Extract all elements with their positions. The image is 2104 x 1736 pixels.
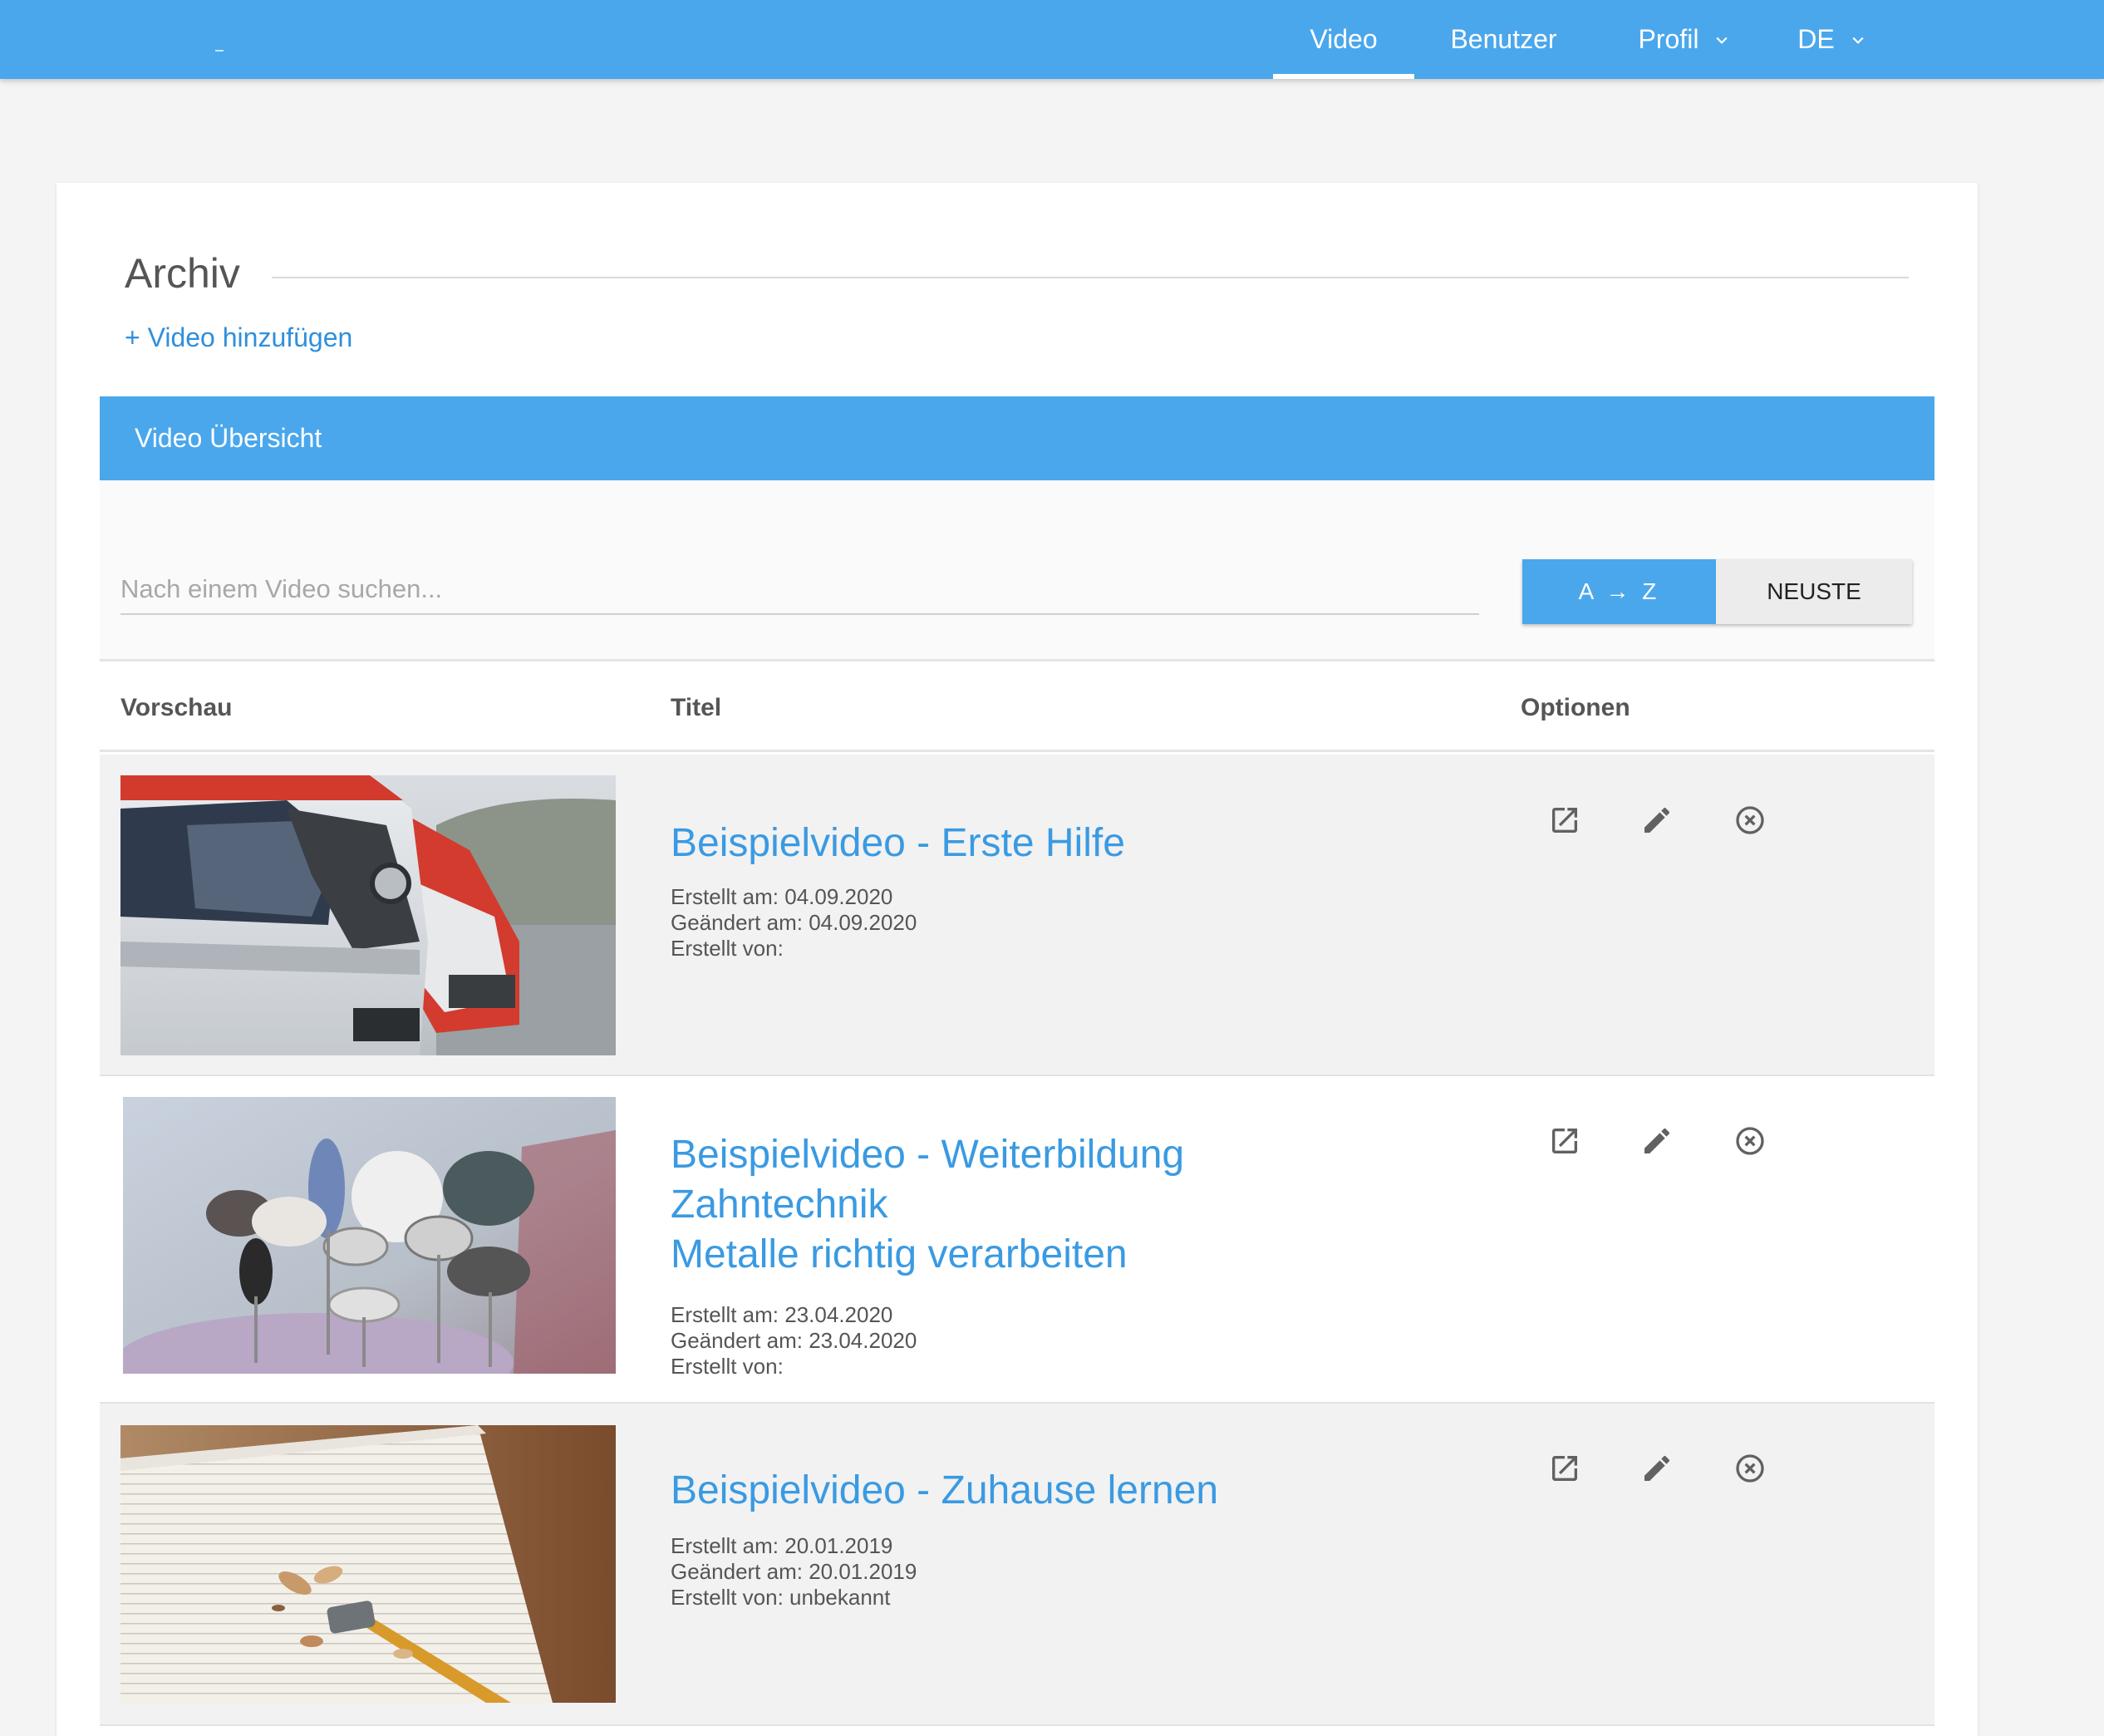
search-input[interactable] [120,565,1479,615]
external-link-icon[interactable] [1548,804,1581,837]
column-header-title: Titel [671,694,722,721]
video-thumbnail[interactable] [120,1425,616,1703]
nav-item-label: Profil [1638,24,1699,54]
panel-header: Video Übersicht [100,396,1934,480]
table-header [100,664,1934,752]
created-date: Erstellt am: 23.04.2020 [671,1302,893,1327]
add-video-link[interactable]: + Video hinzufügen [125,322,352,353]
title-divider [272,277,1909,278]
changed-date: Geändert am: 04.09.2020 [671,910,917,935]
close-circle-icon[interactable] [1733,1452,1767,1485]
video-title-link[interactable]: Beispielvideo - Erste Hilfe [671,819,1125,868]
changed-date: Geändert am: 20.01.2019 [671,1559,917,1584]
pencil-icon[interactable] [1640,1452,1674,1485]
video-title-link[interactable]: Beispielvideo - Zuhause lernen [671,1466,1218,1516]
close-circle-icon[interactable] [1733,804,1767,837]
column-header-preview: Vorschau [120,694,233,721]
video-thumbnail[interactable] [123,1097,616,1374]
chevron-down-icon [1850,32,1866,48]
created-by: Erstellt von: [671,936,784,961]
chevron-down-icon [1713,32,1730,48]
top-navigation-bar: Video Benutzer Profil DE [0,0,2104,79]
video-meta: Erstellt am: 20.01.2019 Geändert am: 20.… [671,1533,917,1611]
created-date: Erstellt am: 20.01.2019 [671,1533,893,1558]
nav-item-video[interactable]: Video [1273,0,1414,79]
nav-item-language[interactable]: DE [1780,0,1884,79]
nav-item-profil[interactable]: Profil [1614,0,1755,79]
close-circle-icon[interactable] [1733,1124,1767,1158]
column-header-options: Optionen [1521,694,1630,721]
nav-item-benutzer[interactable]: Benutzer [1431,0,1576,79]
sort-toggle-group: A → Z NEUSTE [1522,559,1912,624]
created-by: Erstellt von: [671,1354,784,1379]
panel-title: Video Übersicht [135,423,322,453]
video-meta: Erstellt am: 04.09.2020 Geändert am: 04.… [671,884,917,961]
changed-date: Geändert am: 23.04.2020 [671,1328,917,1353]
pencil-icon[interactable] [1640,1124,1674,1158]
page-title: Archiv [125,250,240,297]
video-title-line: Beispielvideo - Weiterbildung [671,1133,1185,1177]
created-by: Erstellt von: unbekannt [671,1585,891,1610]
external-link-icon[interactable] [1548,1452,1581,1485]
video-title-link[interactable]: Beispielvideo - Weiterbildung Zahntechni… [671,1130,1184,1280]
video-title-line: Metalle richtig verarbeiten [671,1232,1128,1276]
nav-item-label: Video [1310,24,1378,54]
video-thumbnail[interactable] [120,775,616,1055]
created-date: Erstellt am: 04.09.2020 [671,884,893,909]
nav-item-label: DE [1797,24,1835,54]
video-title-line: Beispielvideo - Zuhause lernen [671,1468,1219,1512]
video-title-line: Beispielvideo - Erste Hilfe [671,821,1125,865]
video-title-line: Zahntechnik [671,1183,888,1227]
sort-newest-button[interactable]: NEUSTE [1716,559,1912,624]
pencil-icon[interactable] [1640,804,1674,837]
external-link-icon[interactable] [1548,1124,1581,1158]
sort-alphabetical-button[interactable]: A → Z [1522,559,1716,624]
nav-item-label: Benutzer [1450,24,1557,54]
logo [215,50,224,52]
video-meta: Erstellt am: 23.04.2020 Geändert am: 23.… [671,1302,917,1379]
